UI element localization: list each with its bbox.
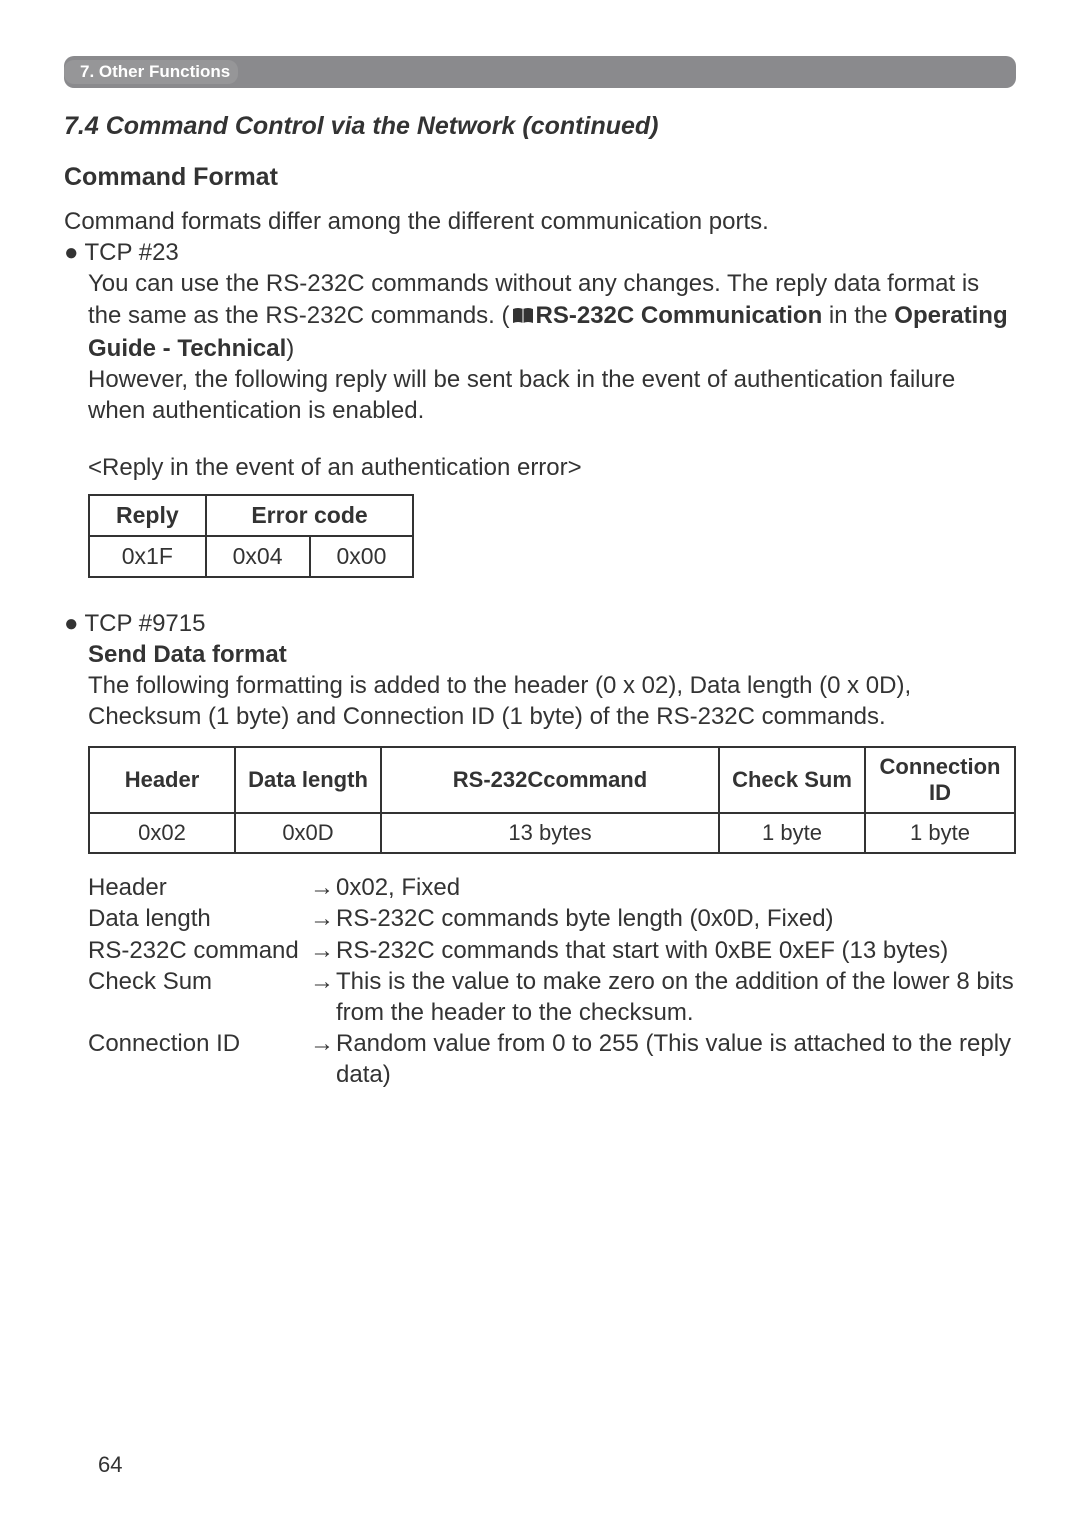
definitions-list: Header → 0x02, Fixed Data length → RS-23… [88, 872, 1016, 1090]
reply-td-2: 0x04 [206, 536, 310, 577]
def-desc: RS-232C commands that start with 0xBE 0x… [336, 935, 948, 966]
arrow-icon: → [310, 935, 336, 966]
tcp23-p1c: ) [286, 335, 294, 362]
send-data-table: Header Data length RS-232Ccommand Check … [88, 746, 1016, 854]
th-checksum: Check Sum [719, 747, 865, 813]
def-term: Connection ID [88, 1028, 310, 1059]
arrow-icon: → [310, 966, 336, 997]
def-row: Connection ID → Random value from 0 to 2… [88, 1028, 1016, 1090]
chapter-label: 7. Other Functions [64, 60, 238, 84]
td-datalength: 0x0D [235, 813, 381, 853]
send-data-heading: Send Data format [88, 639, 1016, 670]
sub-heading: Command Format [64, 163, 1016, 192]
chapter-bar: 7. Other Functions [64, 56, 1016, 88]
reply-th-reply: Reply [89, 495, 206, 536]
bullet-dot-icon: ● [64, 237, 79, 268]
table-row: 0x02 0x0D 13 bytes 1 byte 1 byte [89, 813, 1015, 853]
th-datalength: Data length [235, 747, 381, 813]
td-header: 0x02 [89, 813, 235, 853]
def-row: Data length → RS-232C commands byte leng… [88, 903, 1016, 934]
th-connectionid: Connection ID [865, 747, 1015, 813]
def-desc: This is the value to make zero on the ad… [336, 966, 1016, 1028]
page-number: 64 [98, 1452, 122, 1478]
tcp9715-label: TCP #9715 [85, 608, 206, 639]
reply-td-1: 0x1F [89, 536, 206, 577]
tcp9715-bullet: ● TCP #9715 [64, 608, 1016, 639]
table-row: 0x1F 0x04 0x00 [89, 536, 413, 577]
arrow-icon: → [310, 872, 336, 903]
rs232c-ref: RS-232C Communication [536, 302, 823, 329]
bullet-dot-icon: ● [64, 608, 79, 639]
def-row: RS-232C command → RS-232C commands that … [88, 935, 1016, 966]
td-rs232c: 13 bytes [381, 813, 719, 853]
intro-text: Command formats differ among the differe… [64, 206, 1016, 237]
arrow-icon: → [310, 903, 336, 934]
tcp23-p1b: in the [822, 302, 894, 329]
def-term: Data length [88, 903, 310, 934]
tcp23-bullet: ● TCP #23 [64, 237, 1016, 268]
reply-td-3: 0x00 [310, 536, 414, 577]
def-row: Check Sum → This is the value to make ze… [88, 966, 1016, 1028]
tcp23-label: TCP #23 [85, 237, 179, 268]
reply-caption: <Reply in the event of an authentication… [88, 452, 1016, 483]
def-row: Header → 0x02, Fixed [88, 872, 1016, 903]
table-row: Header Data length RS-232Ccommand Check … [89, 747, 1015, 813]
tcp23-p2: However, the following reply will be sen… [88, 364, 1016, 426]
def-desc: RS-232C commands byte length (0x0D, Fixe… [336, 903, 834, 934]
table-row: Reply Error code [89, 495, 413, 536]
td-checksum: 1 byte [719, 813, 865, 853]
tcp23-p1: You can use the RS-232C commands without… [88, 268, 1016, 364]
arrow-icon: → [310, 1028, 336, 1059]
th-header: Header [89, 747, 235, 813]
tcp9715-p1: The following formatting is added to the… [88, 670, 1016, 732]
def-desc: Random value from 0 to 255 (This value i… [336, 1028, 1016, 1090]
section-title: 7.4 Command Control via the Network (con… [64, 112, 1016, 141]
def-term: Check Sum [88, 966, 310, 997]
def-term: Header [88, 872, 310, 903]
th-rs232c: RS-232Ccommand [381, 747, 719, 813]
reply-table: Reply Error code 0x1F 0x04 0x00 [88, 494, 414, 578]
def-term: RS-232C command [88, 935, 310, 966]
def-desc: 0x02, Fixed [336, 872, 460, 903]
td-connectionid: 1 byte [865, 813, 1015, 853]
reply-th-error: Error code [206, 495, 414, 536]
book-icon [512, 302, 534, 333]
